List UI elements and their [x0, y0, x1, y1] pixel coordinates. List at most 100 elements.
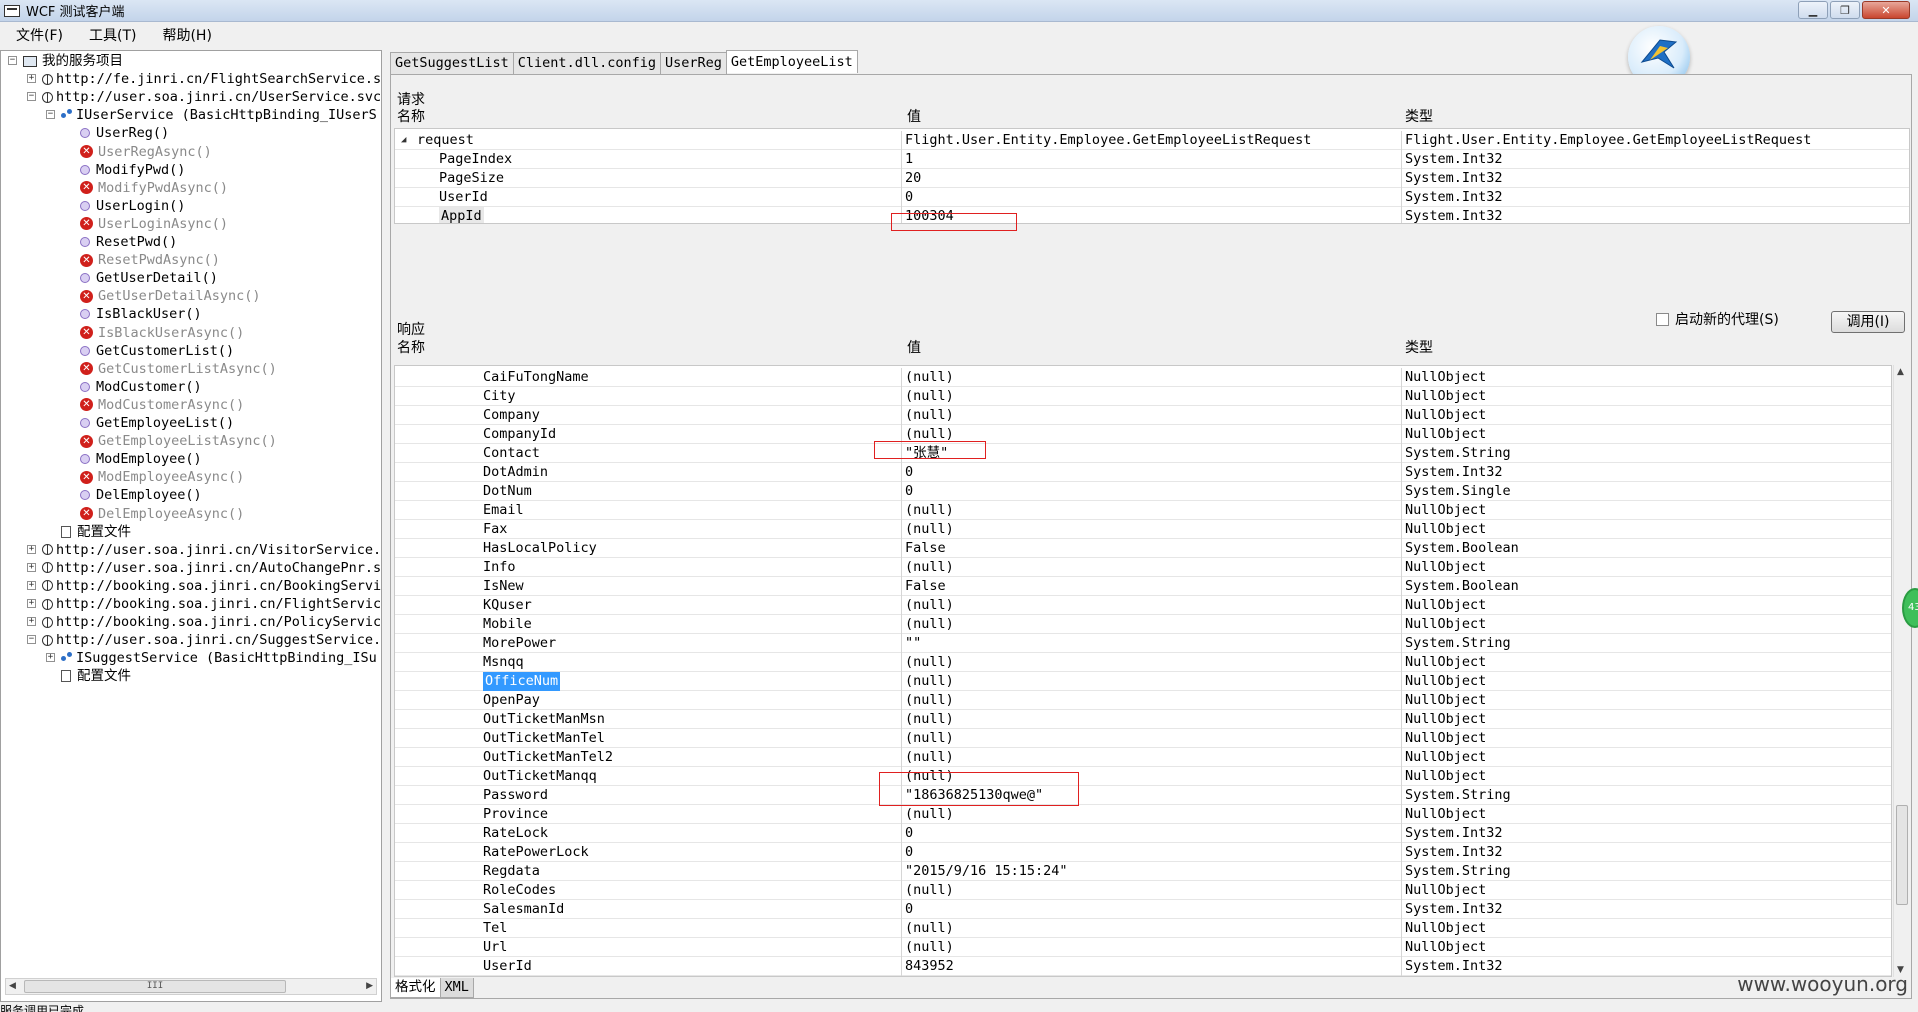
response-row[interactable]: Tel (null) NullObject	[395, 919, 1891, 938]
expand-icon[interactable]: +	[27, 562, 36, 572]
request-value-cell[interactable]: 0	[902, 188, 1402, 207]
response-row[interactable]: City (null) NullObject	[395, 387, 1891, 406]
response-row[interactable]: OutTicketManTel2 (null) NullObject	[395, 748, 1891, 767]
scroll-up-arrow-icon[interactable]: ▲	[1897, 367, 1904, 377]
tree-operation-item[interactable]: ✕ GetEmployeeListAsync()	[80, 432, 277, 450]
tree-service-item[interactable]: + http://booking.soa.jinri.cn/FlightServi…	[27, 595, 381, 613]
tree-operation-item[interactable]: UserReg()	[80, 124, 169, 142]
response-vertical-scrollbar[interactable]: ▲ ▼	[1893, 365, 1910, 977]
response-row[interactable]: OfficeNum (null) NullObject	[395, 672, 1891, 691]
tree-service-item[interactable]: − http://user.soa.jinri.cn/UserService.sv…	[27, 88, 381, 106]
response-row[interactable]: OpenPay (null) NullObject	[395, 691, 1891, 710]
tree-operation-item[interactable]: ModifyPwd()	[80, 161, 185, 179]
response-row[interactable]: DotNum 0 System.Single	[395, 482, 1891, 501]
expand-icon[interactable]: +	[27, 580, 36, 590]
tab-getsuggestlist[interactable]: GetSuggestList	[390, 52, 514, 74]
request-row[interactable]: AppId 100304 System.Int32	[395, 207, 1909, 223]
response-row[interactable]: CaiFuTongName (null) NullObject	[395, 368, 1891, 387]
response-row[interactable]: Email (null) NullObject	[395, 501, 1891, 520]
response-row[interactable]: CompanyId (null) NullObject	[395, 425, 1891, 444]
tree-service-item[interactable]: + http://user.soa.jinri.cn/AutoChangePnr.…	[27, 559, 381, 577]
response-row[interactable]: Mobile (null) NullObject	[395, 615, 1891, 634]
new-proxy-checkbox[interactable]	[1656, 313, 1669, 326]
tree-operation-item[interactable]: ✕ GetUserDetailAsync()	[80, 287, 261, 305]
response-scroll-thumb[interactable]	[1896, 805, 1908, 905]
tree-operation-item[interactable]: ✕ UserLoginAsync()	[80, 215, 228, 233]
tree-operation-item[interactable]: ✕ ResetPwdAsync()	[80, 251, 220, 269]
tab-userreg[interactable]: UserReg	[659, 52, 727, 74]
tree-service-item[interactable]: + http://booking.soa.jinri.cn/PolicyServi…	[27, 613, 381, 631]
response-row[interactable]: KQuser (null) NullObject	[395, 596, 1891, 615]
response-row[interactable]: Province (null) NullObject	[395, 805, 1891, 824]
tree-operation-item[interactable]: ✕ ModCustomerAsync()	[80, 396, 244, 414]
tree-service-item[interactable]: + http://user.soa.jinri.cn/VisitorService…	[27, 541, 381, 559]
response-row[interactable]: Info (null) NullObject	[395, 558, 1891, 577]
response-row[interactable]: RatePowerLock 0 System.Int32	[395, 843, 1891, 862]
response-row[interactable]: OutTicketManqq (null) NullObject	[395, 767, 1891, 786]
menu-help[interactable]: 帮助(H)	[146, 25, 221, 45]
response-row[interactable]: RateLock 0 System.Int32	[395, 824, 1891, 843]
tree-root-item[interactable]: − 我的服务项目	[8, 52, 123, 70]
tree-operation-item[interactable]: UserLogin()	[80, 197, 185, 215]
tree-operation-item[interactable]: DelEmployee()	[80, 486, 202, 504]
response-row[interactable]: Regdata "2015/9/16 15:15:24" System.String	[395, 862, 1891, 881]
response-row[interactable]: IsNew False System.Boolean	[395, 577, 1891, 596]
tree-operation-item[interactable]: ModEmployee()	[80, 450, 202, 468]
menu-tools[interactable]: 工具(T)	[73, 25, 146, 45]
collapse-icon[interactable]: −	[27, 92, 36, 102]
response-row[interactable]: MorePower "" System.String	[395, 634, 1891, 653]
tab-client-config[interactable]: Client.dll.config	[512, 52, 661, 74]
tree-service-item[interactable]: − http://user.soa.jinri.cn/SuggestService…	[27, 631, 381, 649]
tree-operation-item[interactable]: ✕ UserRegAsync()	[80, 143, 212, 161]
tree-contract-item[interactable]: + ISuggestService (BasicHttpBinding_ISu	[46, 649, 377, 667]
response-row[interactable]: Msnqq (null) NullObject	[395, 653, 1891, 672]
request-row[interactable]: PageSize 20 System.Int32	[395, 169, 1909, 188]
response-row[interactable]: OutTicketManTel (null) NullObject	[395, 729, 1891, 748]
expand-icon[interactable]: +	[27, 617, 36, 627]
request-row[interactable]: ◢ request Flight.User.Entity.Employee.GetE…	[395, 131, 1909, 150]
tree-config-file-item[interactable]: 配置文件	[61, 667, 131, 685]
response-row[interactable]: UserId 843952 System.Int32	[395, 957, 1891, 976]
response-row[interactable]: RoleCodes (null) NullObject	[395, 881, 1891, 900]
response-row[interactable]: Contact "张慧" System.String	[395, 444, 1891, 463]
collapse-icon[interactable]: −	[46, 110, 55, 120]
tree-operation-item[interactable]: IsBlackUser()	[80, 305, 202, 323]
tree-operation-item[interactable]: GetEmployeeList()	[80, 414, 234, 432]
expand-icon[interactable]: +	[27, 74, 36, 84]
tab-xml[interactable]: XML	[439, 978, 474, 998]
tree-operation-item[interactable]: ✕ ModEmployeeAsync()	[80, 468, 244, 486]
tree-operation-item[interactable]: ✕ DelEmployeeAsync()	[80, 505, 244, 523]
response-row[interactable]: HasLocalPolicy False System.Boolean	[395, 539, 1891, 558]
response-row[interactable]: OutTicketManMsn (null) NullObject	[395, 710, 1891, 729]
tree-operation-item[interactable]: ModCustomer()	[80, 378, 202, 396]
collapse-icon[interactable]: −	[27, 635, 36, 645]
scroll-thumb[interactable]: III	[24, 980, 286, 993]
request-value-cell[interactable]: 20	[902, 169, 1402, 188]
expand-icon[interactable]: +	[27, 599, 36, 608]
minimize-button[interactable]: ▁	[1798, 1, 1828, 19]
tree-config-file-item[interactable]: 配置文件	[61, 523, 131, 541]
tree-service-item[interactable]: + http://booking.soa.jinri.cn/BookingServ…	[27, 577, 381, 595]
tree-operation-item[interactable]: ✕ GetCustomerListAsync()	[80, 360, 277, 378]
collapse-triangle-icon[interactable]: ◢	[401, 131, 406, 150]
expand-icon[interactable]: +	[27, 544, 36, 554]
tree-horizontal-scrollbar[interactable]: ◀ III ▶	[5, 978, 377, 995]
request-row[interactable]: UserId 0 System.Int32	[395, 188, 1909, 207]
request-value-cell[interactable]: Flight.User.Entity.Employee.GetEmployeeL…	[902, 131, 1402, 150]
response-row[interactable]: Url (null) NullObject	[395, 938, 1891, 957]
response-row[interactable]: Company (null) NullObject	[395, 406, 1891, 425]
restore-button[interactable]: ❐	[1830, 1, 1860, 19]
response-row[interactable]: Password "18636825130qwe@" System.String	[395, 786, 1891, 805]
service-tree[interactable]: ◀ III ▶ − 我的服务项目 + http://fe.jinri.cn/Fligh…	[0, 50, 382, 1002]
tree-operation-item[interactable]: ✕ ModifyPwdAsync()	[80, 179, 228, 197]
response-row[interactable]: SalesmanId 0 System.Int32	[395, 900, 1891, 919]
tab-formatted[interactable]: 格式化	[390, 978, 441, 998]
scroll-left-arrow-icon[interactable]: ◀	[9, 981, 16, 991]
expand-icon[interactable]: +	[46, 653, 55, 663]
tab-getemployeelist[interactable]: GetEmployeeList	[725, 50, 858, 73]
invoke-button[interactable]: 调用(I)	[1831, 311, 1905, 333]
menu-file[interactable]: 文件(F)	[0, 25, 73, 45]
request-value-cell[interactable]: 1	[902, 150, 1402, 169]
tree-contract-item[interactable]: − IUserService (BasicHttpBinding_IUserS	[46, 106, 377, 124]
response-grid[interactable]: CaiFuTongName (null) NullObject City (null) N…	[394, 365, 1892, 977]
